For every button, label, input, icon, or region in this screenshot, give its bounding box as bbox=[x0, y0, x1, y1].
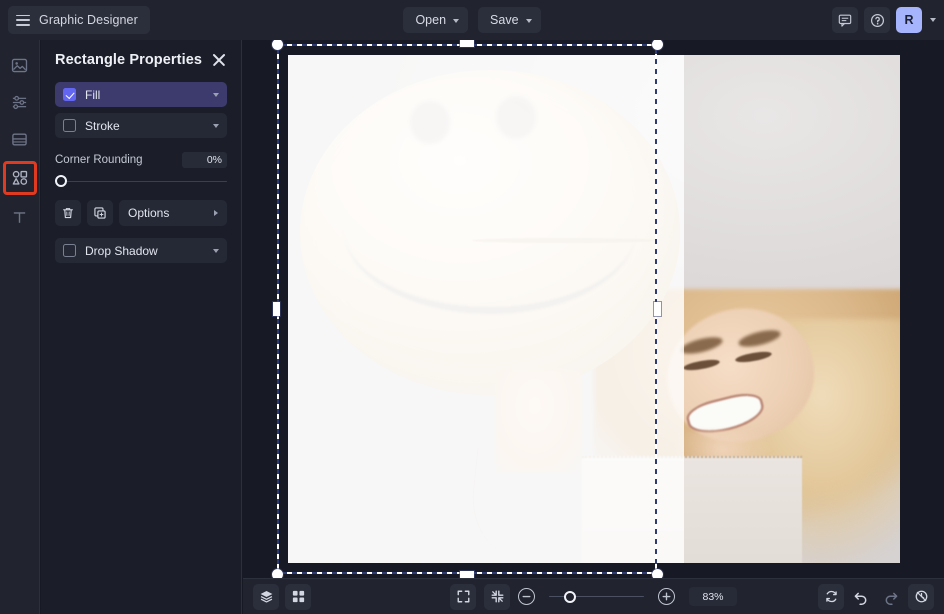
zoom-level-value[interactable]: 83% bbox=[689, 587, 737, 606]
text-icon bbox=[11, 209, 28, 226]
hamburger-icon bbox=[16, 15, 30, 26]
app-root: Graphic Designer Open Save bbox=[0, 0, 944, 614]
sliders-icon bbox=[11, 94, 28, 111]
duplicate-icon bbox=[93, 206, 107, 220]
layers-icon bbox=[259, 589, 274, 604]
stroke-row[interactable]: Stroke bbox=[55, 113, 227, 138]
top-bar-right: R bbox=[832, 0, 936, 40]
corner-rounding-value[interactable]: 0% bbox=[182, 152, 227, 168]
fit-screen-button[interactable] bbox=[450, 584, 476, 610]
properties-panel: Rectangle Properties Fill Stroke Corner … bbox=[41, 40, 242, 614]
grid-icon bbox=[291, 589, 306, 604]
slider-knob[interactable] bbox=[55, 175, 67, 187]
sidebar-item-images[interactable] bbox=[5, 50, 35, 80]
chevron-down-icon bbox=[526, 19, 532, 23]
panel-header: Rectangle Properties bbox=[55, 52, 227, 68]
zoom-slider[interactable] bbox=[549, 590, 644, 604]
drop-shadow-label: Drop Shadow bbox=[85, 244, 213, 258]
resize-handle-top-left[interactable] bbox=[272, 40, 283, 50]
open-button-label: Open bbox=[415, 13, 446, 27]
stroke-label: Stroke bbox=[85, 119, 213, 133]
sidebar-item-layouts[interactable] bbox=[5, 124, 35, 154]
history-icon bbox=[914, 589, 929, 604]
zoom-in-button[interactable] bbox=[658, 588, 675, 605]
corner-rounding-label: Corner Rounding bbox=[55, 154, 143, 166]
reset-button[interactable] bbox=[818, 584, 844, 610]
duplicate-button[interactable] bbox=[87, 200, 113, 226]
top-bar: Graphic Designer Open Save bbox=[0, 0, 944, 40]
redo-button[interactable] bbox=[878, 584, 904, 610]
comment-button[interactable] bbox=[832, 7, 858, 33]
zoom-in-icon bbox=[661, 591, 672, 602]
comment-icon bbox=[838, 13, 852, 27]
bottom-bar-right bbox=[818, 584, 934, 610]
layout-icon bbox=[11, 131, 28, 148]
undo-icon bbox=[853, 589, 869, 605]
tool-rail bbox=[0, 40, 40, 614]
corner-rounding-slider[interactable] bbox=[55, 174, 227, 188]
shrink-button[interactable] bbox=[484, 584, 510, 610]
page-title: Rectangle Properties bbox=[55, 52, 202, 68]
grid-button[interactable] bbox=[285, 584, 311, 610]
avatar[interactable]: R bbox=[896, 7, 922, 33]
resize-handle-middle-right[interactable] bbox=[654, 302, 661, 316]
save-button[interactable]: Save bbox=[478, 7, 541, 33]
resize-handle-bottom-right[interactable] bbox=[652, 569, 663, 579]
resize-handle-middle-left[interactable] bbox=[273, 302, 280, 316]
zoom-slider-knob[interactable] bbox=[564, 591, 576, 603]
app-menu-button[interactable]: Graphic Designer bbox=[8, 6, 150, 34]
close-icon[interactable] bbox=[211, 52, 227, 68]
corner-rounding-header: Corner Rounding 0% bbox=[55, 152, 227, 168]
reset-icon bbox=[824, 589, 839, 604]
chevron-down-icon[interactable] bbox=[213, 124, 219, 128]
fit-screen-icon bbox=[456, 589, 471, 604]
chevron-down-icon bbox=[453, 19, 459, 23]
bottom-bar-left bbox=[253, 584, 311, 610]
fill-label: Fill bbox=[85, 88, 213, 102]
stroke-checkbox[interactable] bbox=[63, 119, 76, 132]
chevron-right-icon bbox=[214, 210, 218, 216]
shapes-icon bbox=[11, 169, 29, 187]
shrink-icon bbox=[490, 589, 505, 604]
bottom-bar: 83% bbox=[243, 578, 944, 614]
fill-checkbox[interactable] bbox=[63, 88, 76, 101]
rectangle-object[interactable] bbox=[288, 55, 684, 563]
fill-row[interactable]: Fill bbox=[55, 82, 227, 107]
zoom-out-button[interactable] bbox=[518, 588, 535, 605]
options-button[interactable]: Options bbox=[119, 200, 227, 226]
delete-button[interactable] bbox=[55, 200, 81, 226]
trash-icon bbox=[61, 206, 75, 220]
undo-button[interactable] bbox=[848, 584, 874, 610]
drop-shadow-checkbox[interactable] bbox=[63, 244, 76, 257]
options-label: Options bbox=[128, 206, 169, 220]
save-button-label: Save bbox=[490, 13, 519, 27]
chevron-down-icon[interactable] bbox=[213, 93, 219, 97]
resize-handle-bottom-center[interactable] bbox=[460, 571, 474, 578]
action-row: Options bbox=[55, 200, 227, 226]
slider-track-line bbox=[57, 181, 227, 183]
sidebar-item-shapes[interactable] bbox=[3, 161, 37, 195]
drop-shadow-row[interactable]: Drop Shadow bbox=[55, 238, 227, 263]
canvas-area[interactable] bbox=[243, 40, 944, 578]
sidebar-item-text[interactable] bbox=[5, 202, 35, 232]
layers-button[interactable] bbox=[253, 584, 279, 610]
artboard[interactable] bbox=[288, 55, 900, 563]
resize-handle-bottom-left[interactable] bbox=[272, 569, 283, 579]
help-circle-icon bbox=[870, 13, 885, 28]
resize-handle-top-right[interactable] bbox=[652, 40, 663, 50]
sidebar-item-adjustments[interactable] bbox=[5, 87, 35, 117]
image-icon bbox=[11, 57, 28, 74]
resize-handle-top-center[interactable] bbox=[460, 40, 474, 47]
zoom-out-icon bbox=[521, 591, 532, 602]
avatar-chevron-down-icon[interactable] bbox=[930, 18, 936, 22]
app-title: Graphic Designer bbox=[39, 13, 138, 27]
redo-icon bbox=[883, 589, 899, 605]
chevron-down-icon[interactable] bbox=[213, 249, 219, 253]
history-button[interactable] bbox=[908, 584, 934, 610]
help-button[interactable] bbox=[864, 7, 890, 33]
open-button[interactable]: Open bbox=[403, 7, 468, 33]
